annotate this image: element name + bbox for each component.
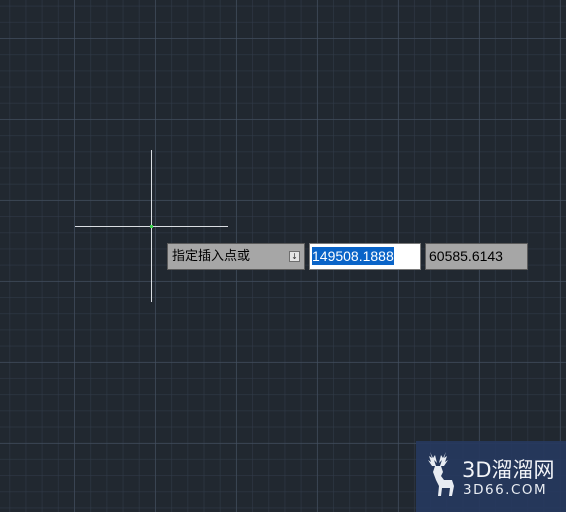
watermark: 3D溜溜网 3D66.COM bbox=[416, 441, 566, 512]
prompt-label: 指定插入点或 bbox=[172, 249, 251, 264]
y-coordinate-value: 60585.6143 bbox=[429, 248, 503, 264]
down-arrow-icon[interactable]: ↓ bbox=[289, 251, 300, 262]
watermark-url: 3D66.COM bbox=[463, 482, 548, 498]
x-coordinate-input[interactable]: 149508.1888 bbox=[309, 243, 421, 270]
deer-icon bbox=[428, 452, 454, 496]
dynamic-input-prompt: 指定插入点或 ↓ bbox=[167, 243, 305, 270]
watermark-name: 3D溜溜网 bbox=[462, 458, 555, 482]
x-coordinate-value: 149508.1888 bbox=[312, 247, 394, 265]
y-coordinate-input[interactable]: 60585.6143 bbox=[425, 243, 528, 270]
crosshair-center-point bbox=[150, 225, 153, 228]
